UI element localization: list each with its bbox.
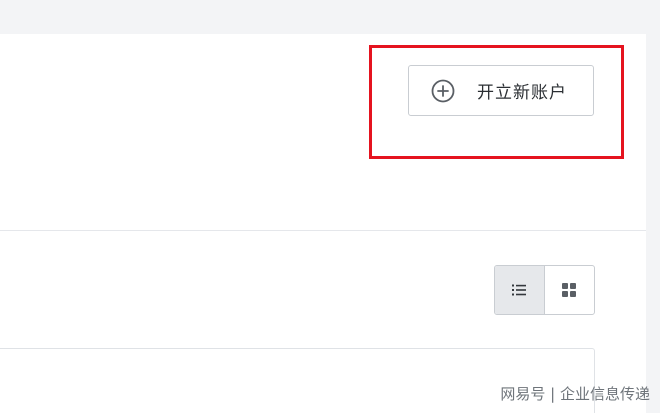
open-new-account-label: 开立新账户 — [477, 83, 567, 103]
top-strip — [0, 0, 660, 34]
list-view-icon — [512, 284, 527, 296]
plus-circle-icon — [430, 78, 456, 104]
watermark-text: 网易号 | 企业信息传递 — [500, 385, 650, 403]
grid-view-button[interactable] — [545, 266, 595, 314]
view-toggle — [494, 265, 595, 315]
open-new-account-button[interactable]: 开立新账户 — [408, 65, 594, 116]
list-view-button[interactable] — [495, 266, 545, 314]
page: 开立新账户 网易号 | 企业信息传递 — [0, 0, 660, 413]
right-scroll-gutter — [646, 34, 660, 413]
grid-view-icon — [562, 283, 577, 297]
